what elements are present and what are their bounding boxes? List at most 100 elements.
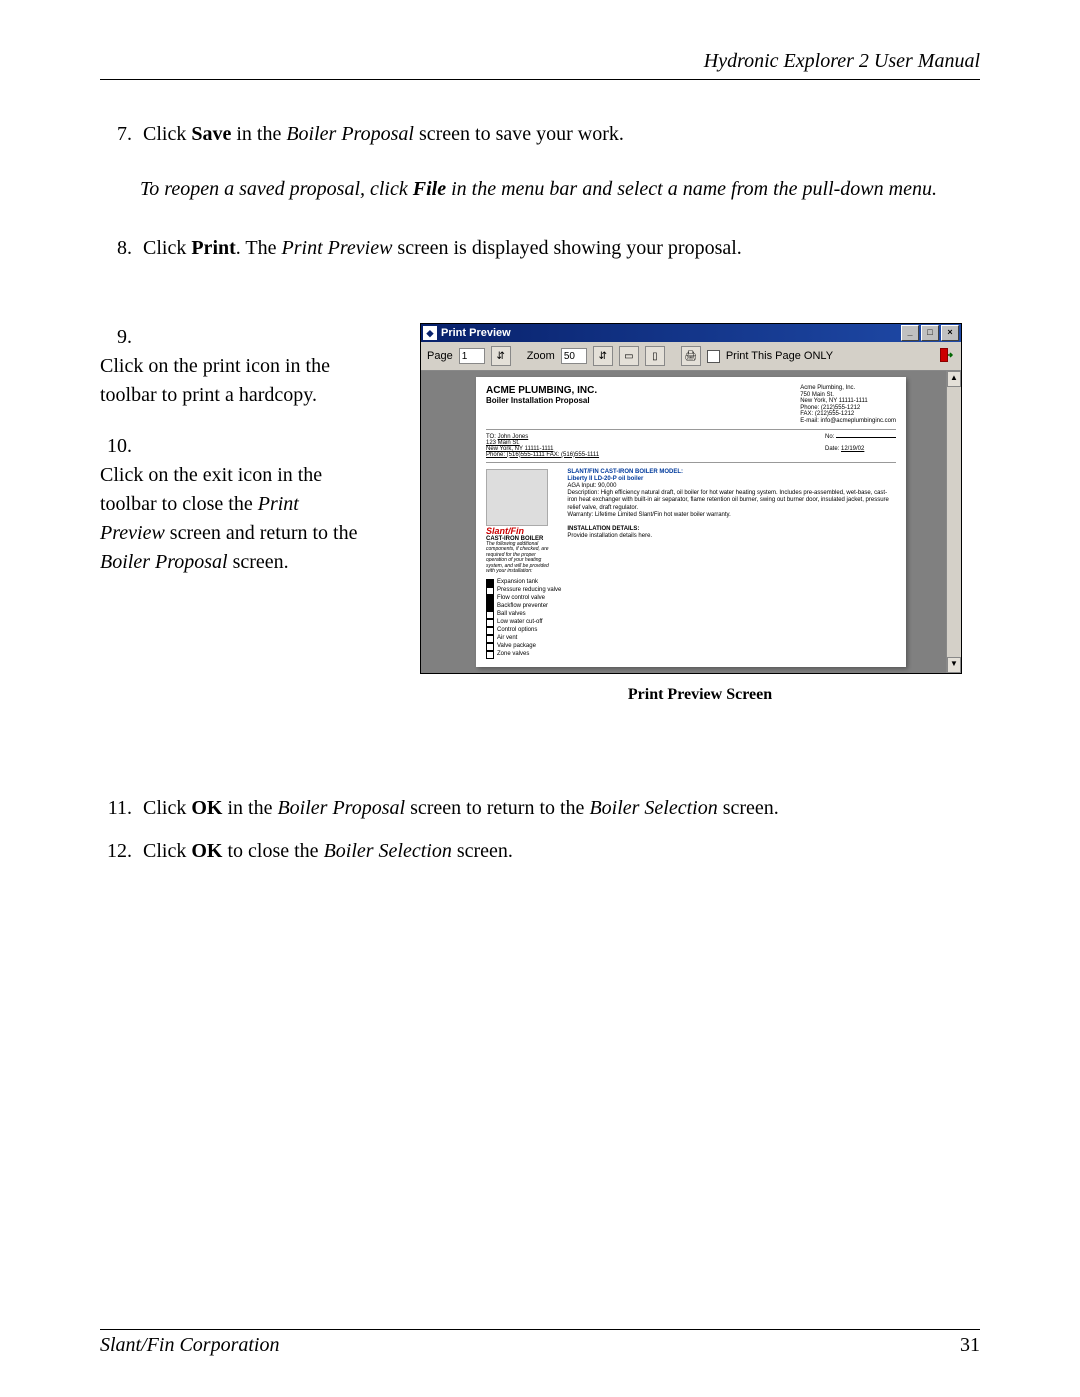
italic-text: Boiler Selection [589,797,717,819]
option-label: Valve package [497,643,536,651]
option-label: Expansion tank [497,579,538,587]
door-exit-icon [938,347,954,366]
option-label: Pressure reducing valve [497,587,561,595]
printer-icon: 🖨 [684,351,697,362]
option-checkbox [486,603,494,611]
option-row: Valve package [486,643,561,651]
text: screen to return to the [405,797,589,819]
vertical-scrollbar[interactable]: ▲ ▼ [946,371,961,673]
option-row: Ball valves [486,611,561,619]
text: to close the [222,840,323,862]
text: screen. [228,551,289,573]
step-body: Click OK in the Boiler Proposal screen t… [143,794,903,823]
step-number: 12. [100,837,132,866]
bold-text: OK [191,797,222,819]
bold-text: Save [191,123,231,145]
options-list: Expansion tankPressure reducing valveFlo… [486,579,561,659]
step-body: Click Print. The Print Preview screen is… [143,234,903,263]
spec-input: AGA Input: 90,000 [567,483,896,490]
step-9: 9. Click on the print icon in the toolba… [100,323,400,410]
text: To reopen a saved proposal, click [140,178,413,200]
scroll-down-arrow[interactable]: ▼ [947,657,961,673]
print-button[interactable]: 🖨 [681,346,701,366]
brand-logo: Slant/Fin [486,526,561,536]
page-label: Page [427,350,453,362]
zoom-updown-button[interactable]: ⇵ [593,346,613,366]
fit-page-button[interactable]: ▯ [645,346,665,366]
step-body: Click on the print icon in the toolbar t… [100,352,358,410]
footer-page-number: 31 [960,1334,980,1357]
footer-corp: Slant/Fin Corporation [100,1334,279,1357]
option-label: Zone valves [497,651,529,659]
minimize-button[interactable]: _ [901,325,919,341]
zoom-input[interactable] [561,348,587,364]
titlebar: ◆ Print Preview _ □ × [421,324,961,342]
company-name: ACME PLUMBING, INC. [486,385,597,396]
text: screen to save your work. [414,123,624,145]
zoom-label: Zoom [527,350,555,362]
date-label: Date: [825,446,839,452]
company-address: Acme Plumbing, Inc. 750 Main St. New Yor… [800,385,896,425]
option-checkbox [486,579,494,587]
step-7: 7. Click Save in the Boiler Proposal scr… [100,120,980,149]
italic-text: Boiler Proposal [277,797,405,819]
step-body: Click Save in the Boiler Proposal screen… [143,120,903,149]
spec-warranty: Warranty: Lifetime Limited Slant/Fin hot… [567,512,896,519]
page-input[interactable] [459,348,485,364]
text: screen. [452,840,513,862]
bold-text: File [413,178,446,200]
option-row: Control options [486,627,561,635]
fit-width-button[interactable]: ▭ [619,346,639,366]
step-body: Click on the exit icon in the toolbar to… [100,461,358,577]
step-11: 11. Click OK in the Boiler Proposal scre… [100,794,980,823]
step-number: 11. [100,794,132,823]
text: . The [236,237,282,259]
spec-description: Description: High efficiency natural dra… [567,490,896,512]
text: in the [231,123,286,145]
proposal-sheet: ACME PLUMBING, INC. Boiler Installation … [476,377,906,667]
italic-text: Boiler Proposal [286,123,414,145]
step-10: 10. Click on the exit icon in the toolba… [100,432,400,577]
page-updown-button[interactable]: ⇵ [491,346,511,366]
scroll-up-arrow[interactable]: ▲ [947,371,961,387]
no-label: No: [825,434,834,440]
option-checkbox [486,627,494,635]
option-checkbox [486,611,494,619]
option-checkbox [486,643,494,651]
scroll-track[interactable] [947,387,961,657]
option-label: Low water cut-off [497,619,543,627]
option-row: Flow control valve [486,595,561,603]
exit-button[interactable] [937,347,955,365]
option-row: Expansion tank [486,579,561,587]
bold-text: Print [191,237,235,259]
model-name: Liberty II LD-20-P oil boiler [567,476,896,483]
page-header: Hydronic Explorer 2 User Manual [100,50,980,80]
option-label: Flow control valve [497,595,545,603]
toolbar: Page ⇵ Zoom ⇵ ▭ ▯ 🖨 Print This Page ONLY [421,342,961,371]
text: Click [143,237,191,259]
model-header: SLANT/FIN CAST-IRON BOILER MODEL: [567,469,896,476]
text: in the menu bar and select a name from t… [446,178,937,200]
install-head: INSTALLATION DETAILS: [567,526,896,533]
option-label: Control options [497,627,537,635]
print-preview-window: ◆ Print Preview _ □ × Page ⇵ Zoom ⇵ ▭ [420,323,962,674]
figure-caption: Print Preview Screen [420,686,980,704]
option-row: Pressure reducing valve [486,587,561,595]
step-8: 8. Click Print. The Print Preview screen… [100,234,980,263]
maximize-button[interactable]: □ [921,325,939,341]
option-label: Ball valves [497,611,526,619]
text: Click [143,123,191,145]
option-checkbox [486,595,494,603]
components-note: The following additional components, if … [486,542,556,575]
page-footer: Slant/Fin Corporation 31 [100,1329,980,1357]
text: screen and return to the [165,522,358,544]
bold-text: OK [191,840,222,862]
step-number: 8. [100,234,132,263]
italic-text: Print Preview [282,237,393,259]
print-this-page-checkbox[interactable] [707,350,720,363]
option-checkbox [486,619,494,627]
close-button[interactable]: × [941,325,959,341]
option-checkbox [486,635,494,643]
option-row: Zone valves [486,651,561,659]
text: Click [143,797,191,819]
